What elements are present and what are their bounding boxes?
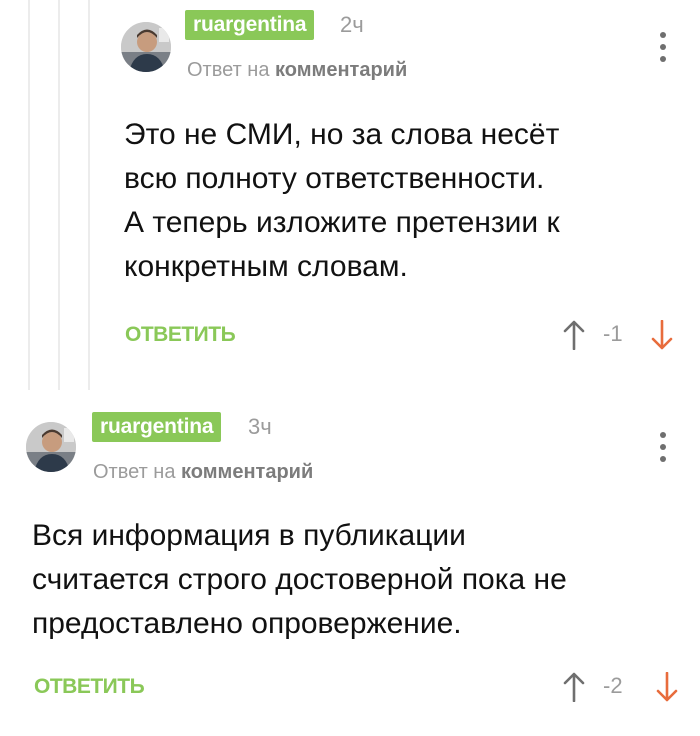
arrow-up-icon[interactable] xyxy=(563,672,585,702)
arrow-down-icon[interactable] xyxy=(651,320,673,350)
avatar-photo-icon xyxy=(26,422,76,472)
comment-score: -2 xyxy=(603,673,623,698)
user-avatar[interactable] xyxy=(121,22,171,72)
thread-line xyxy=(28,0,30,390)
comment-text: Это не СМИ, но за слова несёт всю полнот… xyxy=(124,118,560,283)
more-vertical-icon[interactable] xyxy=(658,30,668,64)
author-name[interactable]: ruargentina xyxy=(92,412,222,442)
comment-text: Вся информация в публикации считается ст… xyxy=(32,519,567,640)
comment-time: 2ч xyxy=(340,12,364,37)
avatar-photo-icon xyxy=(121,22,171,72)
thread-line xyxy=(88,0,90,390)
thread-line xyxy=(58,0,60,390)
author-name[interactable]: ruargentina xyxy=(185,10,315,40)
comment-score: -1 xyxy=(603,321,623,346)
user-avatar[interactable] xyxy=(26,422,76,472)
reply-button[interactable]: ОТВЕТИТЬ xyxy=(34,674,145,700)
reply-to-prefix: Ответ на xyxy=(187,59,270,81)
reply-to-line: Ответ на комментарий xyxy=(187,58,407,82)
vote-block: -2 xyxy=(563,666,678,706)
more-vertical-icon[interactable] xyxy=(658,430,668,464)
reply-button[interactable]: ОТВЕТИТЬ xyxy=(125,322,236,348)
reply-to-link[interactable]: комментарий xyxy=(181,461,313,483)
vote-block: -1 xyxy=(563,314,673,354)
comment-nested: ruargentina 2ч Ответ на комментарий Это … xyxy=(95,0,700,390)
reply-to-prefix: Ответ на xyxy=(93,461,176,483)
reply-to-link[interactable]: комментарий xyxy=(275,59,407,81)
comment-time: 3ч xyxy=(248,414,272,439)
comment: ruargentina 3ч Ответ на комментарий Вся … xyxy=(0,400,700,736)
arrow-down-icon[interactable] xyxy=(656,672,678,702)
arrow-up-icon[interactable] xyxy=(563,320,585,350)
reply-to-line: Ответ на комментарий xyxy=(93,460,313,484)
